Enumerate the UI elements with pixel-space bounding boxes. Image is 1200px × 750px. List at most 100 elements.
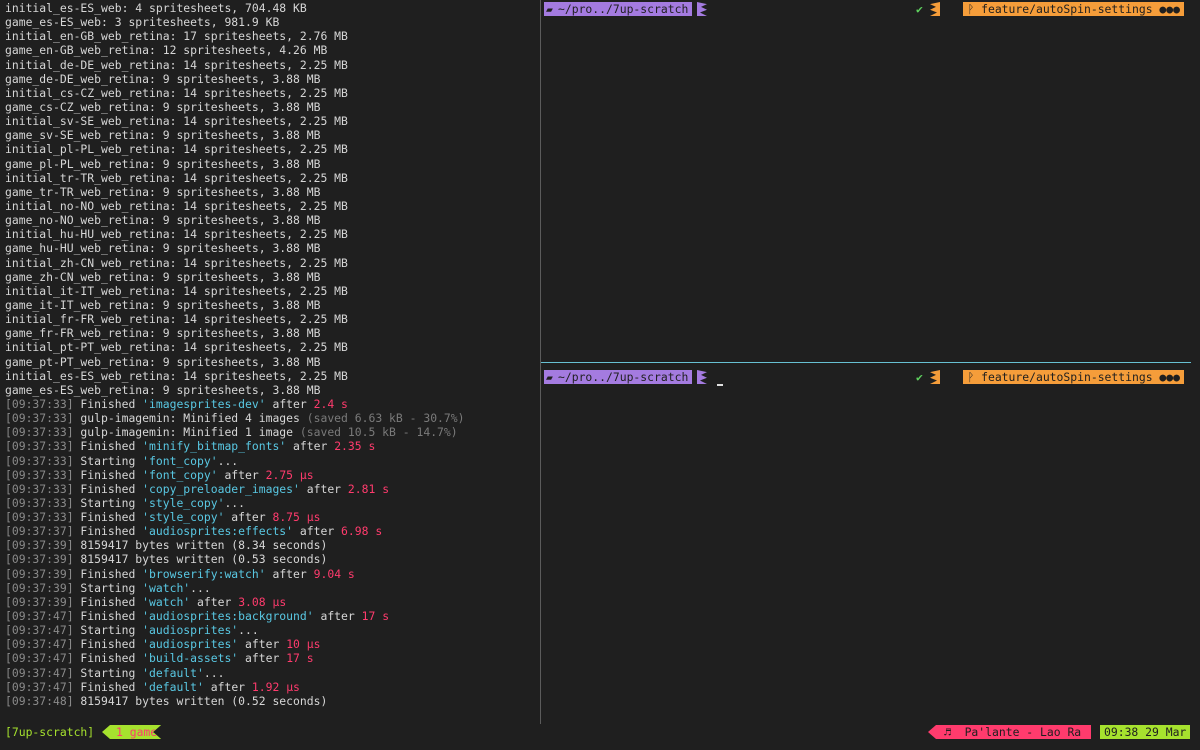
duration: 6.98 s xyxy=(341,524,383,539)
terminal-output-line: initial_it-IT_web_retina: 14 spritesheet… xyxy=(5,284,540,298)
log-timestamp: [09:37:47] xyxy=(5,651,74,666)
git-status-icons: ●●● xyxy=(1159,370,1180,384)
session-name[interactable]: [7up-scratch] xyxy=(5,724,94,740)
log-text: Starting xyxy=(73,453,143,468)
terminal-output-line: [09:37:33] gulp-imagemin: Minified 1 ima… xyxy=(5,425,540,439)
savings-note: (saved 10.5 kB - 14.7%) xyxy=(299,425,458,440)
prompt-directory-segment: ▰ ~/pro../7up-scratch xyxy=(544,370,693,384)
output-text: game_pl-PL_web_retina: 9 spritesheets, 3… xyxy=(5,156,321,171)
output-text: initial_it-IT_web_retina: 14 spritesheet… xyxy=(5,283,348,298)
git-branch-icon: ᚹ xyxy=(967,370,982,384)
folder-icon: ▰ xyxy=(546,2,553,16)
log-text: ... xyxy=(203,665,225,680)
task-name: 'audiosprites:effects' xyxy=(142,524,294,539)
output-text: game_es-ES_web_retina: 9 spritesheets, 3… xyxy=(5,382,321,397)
log-timestamp: [09:37:33] xyxy=(5,495,74,510)
terminal-output-line: [09:37:39] Finished 'browserify:watch' a… xyxy=(5,567,540,581)
terminal-output-line: initial_pl-PL_web_retina: 14 spritesheet… xyxy=(5,142,540,156)
terminal-output-line: [09:37:33] Finished 'minify_bitmap_fonts… xyxy=(5,439,540,453)
output-text: initial_es-ES_web: 4 spritesheets, 704.4… xyxy=(5,1,307,15)
flame-separator xyxy=(930,370,940,384)
terminal-output-line: game_tr-TR_web_retina: 9 spritesheets, 3… xyxy=(5,185,540,199)
output-text: game_no-NO_web_retina: 9 spritesheets, 3… xyxy=(5,213,321,228)
log-text: Starting xyxy=(73,580,143,595)
output-text: game_sv-SE_web_retina: 9 spritesheets, 3… xyxy=(5,128,321,143)
terminal-output-line: initial_cs-CZ_web_retina: 14 spritesheet… xyxy=(5,86,540,100)
terminal-output-line: [09:37:33] Finished 'style_copy' after 8… xyxy=(5,510,540,524)
log-text: ... xyxy=(238,623,259,638)
prompt-git-segment: ᚹ feature/autoSpin-settings ●●● xyxy=(963,2,1184,16)
log-timestamp: [09:37:39] xyxy=(5,538,74,553)
terminal-output-line: game_hu-HU_web_retina: 9 spritesheets, 3… xyxy=(5,241,540,255)
log-timestamp: [09:37:39] xyxy=(5,594,74,609)
terminal-output-line: initial_es-ES_web_retina: 14 spritesheet… xyxy=(5,369,540,383)
task-name: 'build-assets' xyxy=(142,651,239,666)
task-name: 'copy_preloader_images' xyxy=(142,481,300,496)
terminal-output-line: game_es-ES_web_retina: 9 spritesheets, 3… xyxy=(5,383,540,397)
terminal-output-line: [09:37:47] Finished 'build-assets' after… xyxy=(5,651,540,665)
log-text: Starting xyxy=(73,665,143,680)
output-text: initial_tr-TR_web_retina: 14 spritesheet… xyxy=(5,170,348,185)
flame-separator xyxy=(930,2,940,16)
terminal-output-line: initial_es-ES_web: 4 spritesheets, 704.4… xyxy=(5,1,540,15)
terminal-output-line: initial_fr-FR_web_retina: 14 spritesheet… xyxy=(5,312,540,326)
log-timestamp: [09:37:47] xyxy=(5,609,74,624)
bottom-right-prompt: ▰ ~/pro../7up-scratch ✔ ᚹ feature/autoSpi… xyxy=(544,370,1184,386)
savings-note: (saved 6.63 kB - 30.7%) xyxy=(306,411,465,426)
duration: 8.75 μs xyxy=(272,510,321,525)
log-timestamp: [09:37:48] xyxy=(5,693,74,708)
terminal-cursor xyxy=(717,374,723,386)
task-name: 'imagesprites-dev' xyxy=(142,396,266,411)
terminal-output-line: game_no-NO_web_retina: 9 spritesheets, 3… xyxy=(5,213,540,227)
output-text: initial_pl-PL_web_retina: 14 spritesheet… xyxy=(5,142,348,157)
log-text: after xyxy=(203,679,252,694)
log-text: Finished xyxy=(73,679,143,694)
output-text: initial_no-NO_web_retina: 14 spritesheet… xyxy=(5,198,348,213)
left-terminal-pane[interactable]: initial_es-ES_web: 4 spritesheets, 704.4… xyxy=(0,0,540,724)
log-text: ... xyxy=(190,580,211,595)
output-text: initial_hu-HU_web_retina: 14 spritesheet… xyxy=(5,227,348,242)
task-name: 'style_copy' xyxy=(142,510,225,525)
log-timestamp: [09:37:33] xyxy=(5,396,74,411)
output-text: game_zh-CN_web_retina: 9 spritesheets, 3… xyxy=(5,269,321,284)
terminal-output-line: [09:37:47] Finished 'default' after 1.92… xyxy=(5,680,540,694)
log-timestamp: [09:37:33] xyxy=(5,453,74,468)
terminal-output-line: [09:37:33] Finished 'imagesprites-dev' a… xyxy=(5,397,540,411)
duration: 2.81 s xyxy=(347,481,390,496)
output-text: game_hu-HU_web_retina: 9 spritesheets, 3… xyxy=(5,241,321,256)
log-timestamp: [09:37:33] xyxy=(5,439,74,454)
log-timestamp: [09:37:39] xyxy=(5,566,74,581)
output-text: initial_sv-SE_web_retina: 14 spritesheet… xyxy=(5,114,348,129)
bottom-right-terminal-pane[interactable] xyxy=(541,363,1200,724)
terminal-output-line: initial_de-DE_web_retina: 14 spritesheet… xyxy=(5,58,540,72)
check-icon: ✔ xyxy=(916,2,923,16)
log-timestamp: [09:37:33] xyxy=(5,510,74,525)
terminal-output-line: [09:37:39] Starting 'watch'... xyxy=(5,581,540,595)
log-text: Finished xyxy=(73,566,143,581)
task-name: 'audiosprites' xyxy=(142,623,239,638)
window-tab-game[interactable]: 1 game xyxy=(102,725,161,739)
log-text: after xyxy=(224,510,273,525)
terminal-output-line: [09:37:33] gulp-imagemin: Minified 4 ima… xyxy=(5,411,540,425)
terminal-output-line: game_fr-FR_web_retina: 9 spritesheets, 3… xyxy=(5,326,540,340)
task-name: 'style_copy' xyxy=(142,495,225,510)
log-text: Finished xyxy=(73,594,143,609)
log-text: after xyxy=(238,651,287,666)
git-status-icons: ●●● xyxy=(1159,2,1180,16)
top-right-terminal-pane[interactable] xyxy=(541,0,1200,362)
terminal-output-line: initial_zh-CN_web_retina: 14 spritesheet… xyxy=(5,256,540,270)
log-text: Finished xyxy=(73,467,143,482)
task-name: 'audiosprites:background' xyxy=(142,609,314,624)
terminal-output-line: initial_sv-SE_web_retina: 14 spritesheet… xyxy=(5,114,540,128)
task-name: 'minify_bitmap_fonts' xyxy=(142,439,287,454)
log-text: after xyxy=(265,566,314,581)
output-text: initial_es-ES_web_retina: 14 spritesheet… xyxy=(5,368,348,383)
log-timestamp: [09:37:33] xyxy=(5,425,74,440)
log-text: after xyxy=(190,594,239,609)
log-text: 8159417 bytes written (0.52 seconds) xyxy=(73,693,328,708)
output-text: game_fr-FR_web_retina: 9 spritesheets, 3… xyxy=(5,326,321,341)
duration: 17 s xyxy=(361,609,390,624)
log-text: after xyxy=(286,439,335,454)
output-text: game_tr-TR_web_retina: 9 spritesheets, 3… xyxy=(5,184,321,199)
duration: 17 s xyxy=(286,651,314,666)
